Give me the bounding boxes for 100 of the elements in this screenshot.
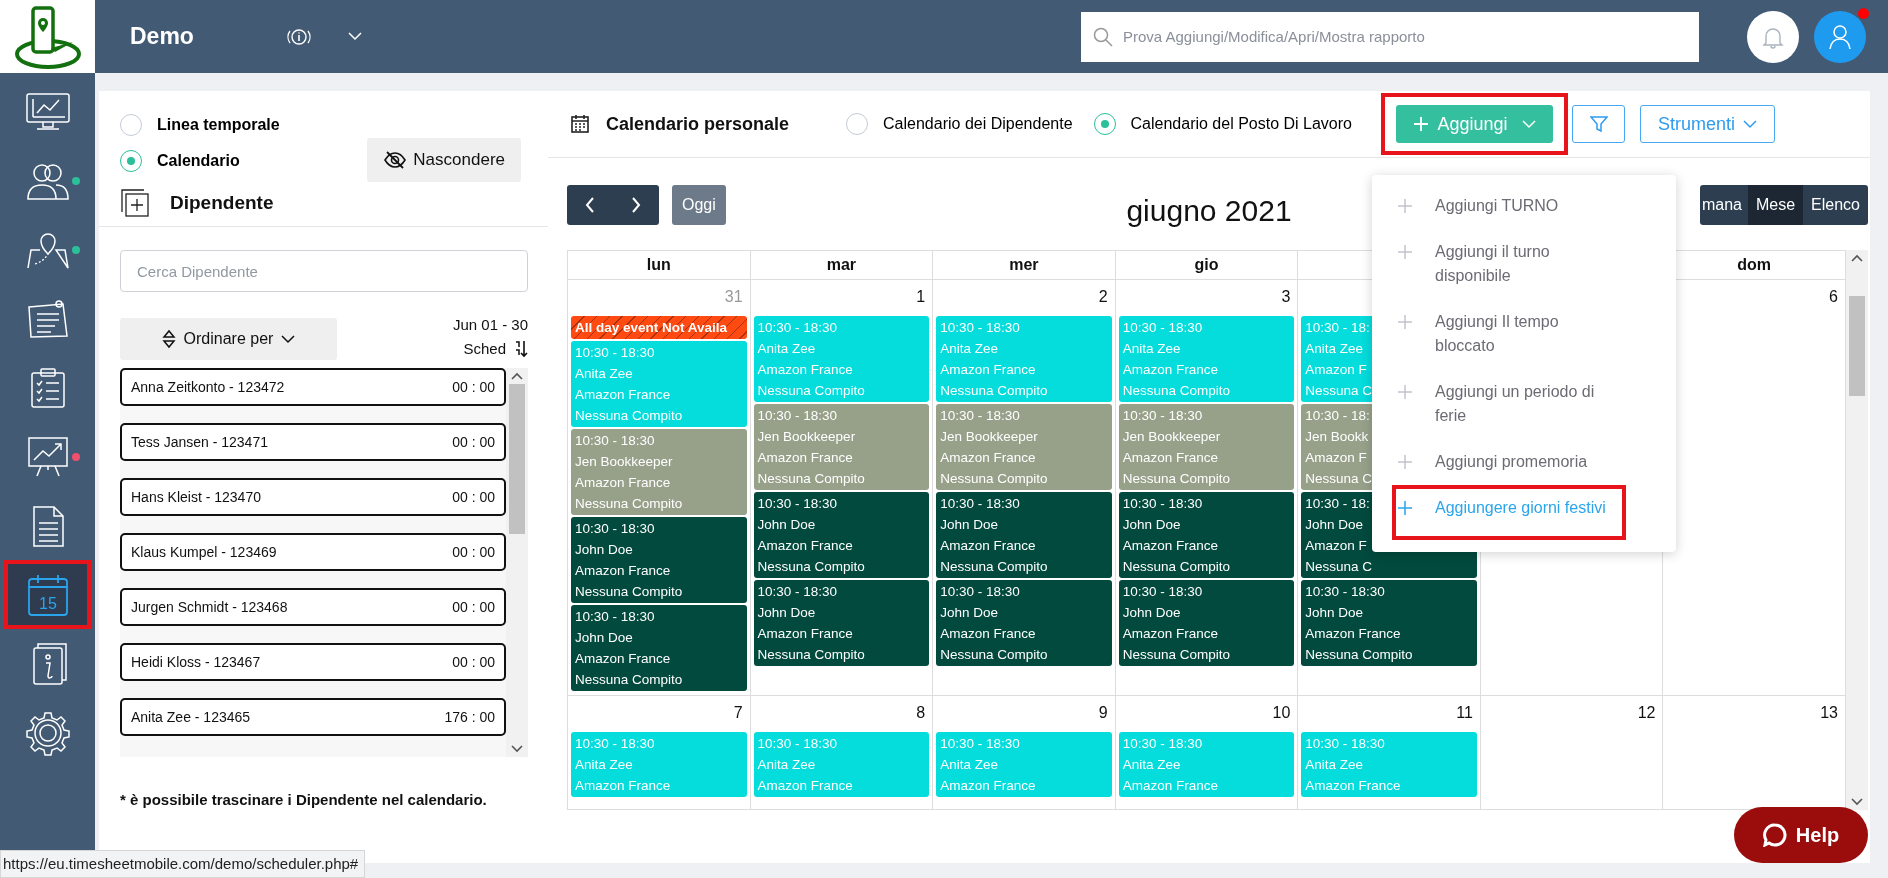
employee-name: Anna Zeitkonto - 123472: [131, 377, 285, 397]
location-name: Amazon France: [1122, 537, 1218, 555]
event-time: 10:30 - 18:30: [940, 583, 1020, 601]
location-name: Amazon France: [940, 537, 1036, 555]
event-time: 10:30 - 18:30: [757, 319, 838, 337]
location-name: Amazon France: [1305, 625, 1401, 643]
employee-name: Anita Zee - 123465: [131, 707, 251, 727]
task-label: Nessuna Compito: [757, 646, 865, 664]
event-time: 10:30 - 18:30: [1305, 583, 1385, 601]
employee-name: Jurgen Schmidt - 123468: [131, 597, 288, 617]
employee-name: Jen Bookkeeper: [940, 428, 1038, 446]
location-name: Amazon France: [575, 650, 671, 668]
event-time: 10:30 - 18:30: [757, 583, 838, 601]
section-title: Dipendente: [170, 190, 274, 215]
employee-name: John Doe: [940, 516, 998, 534]
location-name: Amazon F: [1305, 537, 1367, 555]
event-time: 10:30 - 18:30: [575, 432, 655, 450]
location-name: Amazon France: [940, 777, 1036, 795]
hours-total: 00 : 00: [452, 597, 495, 617]
event-time: 10:30 - 18:30: [575, 608, 655, 626]
date-number: 8: [916, 704, 926, 721]
hours-total: 00 : 00: [452, 652, 495, 672]
date-number: 1: [916, 288, 926, 305]
employee-name: John Doe: [575, 541, 633, 559]
date-number: 6: [1829, 288, 1838, 305]
task-label: Nessuna C: [1305, 382, 1373, 400]
event-time: 10:30 - 18:30: [757, 495, 838, 513]
event-time: 10:30 - 18:30: [1122, 735, 1203, 753]
employee-name: Anita Zee: [575, 365, 633, 383]
event-time: 10:30 - 18:: [1305, 407, 1370, 425]
employee-name: Anita Zee: [940, 756, 998, 774]
location-name: Amazon France: [757, 449, 853, 467]
employee-name: Klaus Kumpel - 123469: [131, 542, 277, 562]
employee-name: Heidi Kloss - 123467: [131, 652, 261, 672]
location-name: Amazon F: [1305, 361, 1367, 379]
event-time: 10:30 - 18:: [1305, 319, 1370, 337]
location-name: Amazon France: [575, 386, 671, 404]
month-title: giugno 2021: [1126, 194, 1292, 227]
task-label: Nessuna Compito: [1122, 646, 1230, 664]
employee-name: Anita Zee: [1122, 756, 1181, 774]
employee-name: Jen Bookkeeper: [575, 453, 673, 471]
task-label: Nessuna Compito: [575, 671, 683, 689]
location-name: Amazon France: [1122, 625, 1218, 643]
task-label: Nessuna Compito: [1122, 558, 1230, 576]
weekday-header: mer: [933, 251, 1116, 280]
location-name: Amazon France: [940, 449, 1036, 467]
employee-name: Anita Zee: [757, 340, 816, 358]
location-name: Amazon France: [757, 625, 853, 643]
event-time: 10:30 - 18:30: [575, 520, 655, 538]
calendar-title: Calendario personale: [606, 112, 790, 136]
weekday-header: gio: [1115, 251, 1299, 280]
date-number: 13: [1820, 704, 1838, 721]
event-time: 10:30 - 18:30: [757, 735, 838, 753]
employee-name: Anita Zee: [757, 756, 816, 774]
hours-total: 00 : 00: [452, 432, 495, 452]
employee-name: Hans Kleist - 123470: [131, 487, 261, 507]
location-name: Amazon France: [575, 474, 671, 492]
event-time: 10:30 - 18:30: [1305, 735, 1385, 753]
date-number: 7: [733, 704, 743, 721]
task-label: Nessuna Compito: [1122, 470, 1230, 488]
employee-name: Anita Zee: [1305, 756, 1364, 774]
task-label: Nessuna Compito: [757, 382, 865, 400]
weekday-header: lun: [568, 251, 751, 280]
task-label: Nessuna Compito: [757, 558, 865, 576]
task-label: Nessuna Compito: [940, 470, 1048, 488]
task-label: Nessuna Compito: [940, 646, 1048, 664]
app-title: Demo: [130, 22, 194, 52]
task-label: Nessuna Compito: [575, 583, 683, 601]
location-name: Amazon France: [1122, 449, 1218, 467]
sort-label: Sched: [463, 339, 506, 359]
event-time: 10:30 - 18:30: [940, 319, 1020, 337]
date-number: 9: [1098, 704, 1108, 721]
event-time: 10:30 - 18:30: [575, 344, 655, 362]
employee-name: John Doe: [757, 604, 816, 622]
task-label: Nessuna Compito: [757, 470, 865, 488]
location-name: Amazon France: [1122, 777, 1218, 795]
task-label: Nessuna Compito: [1122, 382, 1230, 400]
event-time: 10:30 - 18:30: [1122, 407, 1203, 425]
event-time: 10:30 - 18:30: [1122, 583, 1203, 601]
location-name: Amazon France: [940, 625, 1036, 643]
hours-total: 00 : 00: [452, 542, 495, 562]
employee-name: Anita Zee: [1122, 340, 1181, 358]
employee-name: Anita Zee: [1305, 340, 1364, 358]
employee-name: John Doe: [940, 604, 998, 622]
task-label: Nessuna Compito: [575, 407, 683, 425]
event-time: 10:30 - 18:30: [575, 735, 655, 753]
location-name: Amazon France: [575, 777, 671, 795]
employee-name: John Doe: [575, 629, 633, 647]
employee-name: John Doe: [1305, 516, 1364, 534]
employee-name: Anita Zee: [575, 756, 633, 774]
date-number: 10: [1272, 704, 1291, 721]
hours-total: 00 : 00: [452, 487, 495, 507]
employee-name: John Doe: [757, 516, 816, 534]
hours-total: 00 : 00: [452, 377, 495, 397]
date-number: 11: [1456, 704, 1473, 721]
location-name: Amazon France: [1122, 361, 1218, 379]
event-time: 10:30 - 18:30: [940, 735, 1020, 753]
hours-total: 176 : 00: [444, 707, 495, 727]
event-time: 10:30 - 18:30: [1122, 319, 1203, 337]
weekday-header: mar: [750, 251, 934, 280]
